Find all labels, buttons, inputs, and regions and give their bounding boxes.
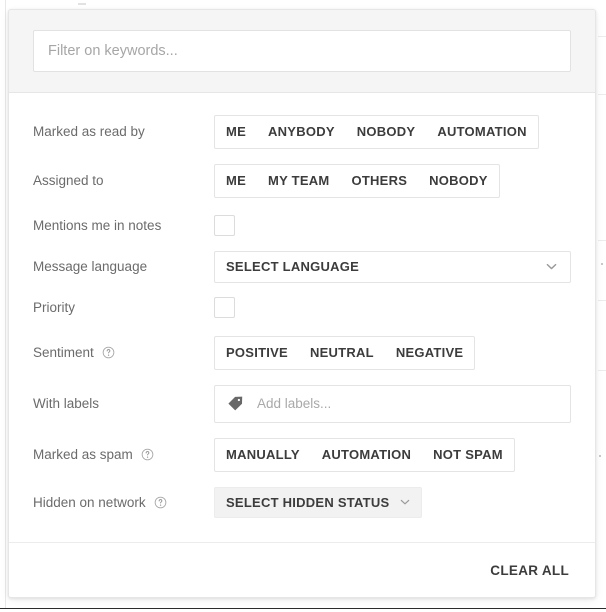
segment-option-positive[interactable]: POSITIVE bbox=[215, 337, 299, 369]
segment-option-not-spam[interactable]: NOT SPAM bbox=[422, 439, 514, 471]
labels-placeholder-text: Add labels... bbox=[257, 396, 332, 411]
background-rule bbox=[598, 94, 606, 95]
keyword-filter-input[interactable] bbox=[33, 30, 571, 72]
segment-option-my-team[interactable]: MY TEAM bbox=[257, 165, 340, 197]
filter-panel-header bbox=[9, 10, 595, 93]
filter-label: Hidden on network bbox=[33, 495, 214, 510]
filter-row-marked-as-read-by: Marked as read by ME ANYBODY NOBODY AUTO… bbox=[33, 107, 571, 156]
background-dot bbox=[601, 263, 603, 265]
filter-panel-body: Marked as read by ME ANYBODY NOBODY AUTO… bbox=[9, 93, 595, 542]
segment-option-nobody[interactable]: NOBODY bbox=[418, 165, 499, 197]
filter-label-text: Priority bbox=[33, 300, 76, 315]
filter-row-hidden-on-network: Hidden on network SELECT HIDDEN STATUS bbox=[33, 479, 571, 525]
segment-option-negative[interactable]: NEGATIVE bbox=[385, 337, 475, 369]
chevron-down-icon bbox=[544, 259, 559, 274]
filter-label: Marked as spam bbox=[33, 447, 214, 462]
segment-option-me[interactable]: ME bbox=[215, 116, 257, 148]
help-circle-icon[interactable] bbox=[154, 496, 167, 509]
select-value-text: SELECT HIDDEN STATUS bbox=[226, 494, 390, 510]
filter-row-priority: Priority bbox=[33, 287, 571, 328]
filter-label-text: Message language bbox=[33, 259, 148, 274]
segment-option-others[interactable]: OTHERS bbox=[340, 165, 418, 197]
filter-row-mentions-me-in-notes: Mentions me in notes bbox=[33, 205, 571, 246]
segment-option-manually[interactable]: MANUALLY bbox=[215, 439, 311, 471]
help-circle-icon[interactable] bbox=[141, 448, 154, 461]
select-hidden-on-network[interactable]: SELECT HIDDEN STATUS bbox=[214, 486, 423, 518]
help-circle-icon[interactable] bbox=[102, 346, 115, 359]
segmented-control-assigned-to: ME MY TEAM OTHERS NOBODY bbox=[214, 163, 500, 198]
segment-option-me[interactable]: ME bbox=[215, 165, 257, 197]
filter-label-text: Mentions me in notes bbox=[33, 218, 162, 233]
segmented-control-sentiment: POSITIVE NEUTRAL NEGATIVE bbox=[214, 335, 476, 370]
background-rule bbox=[598, 36, 606, 37]
filter-label: Assigned to bbox=[33, 173, 214, 188]
checkbox-priority[interactable] bbox=[214, 297, 235, 318]
clear-all-button[interactable]: CLEAR ALL bbox=[488, 557, 571, 584]
checkbox-mentions-me-in-notes[interactable] bbox=[214, 215, 235, 236]
filter-row-with-labels: With labels Add labels... bbox=[33, 377, 571, 430]
filter-label: Message language bbox=[33, 259, 214, 274]
filter-label-text: Sentiment bbox=[33, 345, 94, 360]
select-message-language[interactable]: SELECT LANGUAGE bbox=[214, 250, 571, 283]
segment-option-anybody[interactable]: ANYBODY bbox=[257, 116, 346, 148]
filter-panel: Marked as read by ME ANYBODY NOBODY AUTO… bbox=[8, 9, 596, 598]
filter-label: Marked as read by bbox=[33, 124, 214, 139]
filter-label-text: Marked as spam bbox=[33, 447, 133, 462]
segmented-control-marked-as-read-by: ME ANYBODY NOBODY AUTOMATION bbox=[214, 114, 539, 149]
background-vertical-rule bbox=[5, 0, 6, 612]
background-dot bbox=[599, 455, 601, 457]
background-rule bbox=[598, 240, 606, 241]
filter-label: Priority bbox=[33, 300, 214, 315]
labels-input-field[interactable]: Add labels... bbox=[214, 384, 571, 423]
background-rule bbox=[598, 370, 606, 371]
filter-label-text: Hidden on network bbox=[33, 494, 146, 510]
chevron-down-icon bbox=[398, 495, 412, 509]
screen: Marked as read by ME ANYBODY NOBODY AUTO… bbox=[0, 0, 606, 612]
background-bottom-edge bbox=[0, 608, 606, 612]
segment-option-neutral[interactable]: NEUTRAL bbox=[299, 337, 385, 369]
segment-option-nobody[interactable]: NOBODY bbox=[346, 116, 427, 148]
filter-row-marked-as-spam: Marked as spam MANUALLY AUTOMATION NOT S… bbox=[33, 430, 571, 479]
filter-label-text: Assigned to bbox=[33, 173, 104, 188]
filter-label-text: Marked as read by bbox=[33, 124, 145, 139]
filter-panel-footer: CLEAR ALL bbox=[9, 542, 595, 597]
background-rule bbox=[598, 300, 606, 301]
filter-label: Mentions me in notes bbox=[33, 218, 214, 233]
filter-label: Sentiment bbox=[33, 345, 214, 360]
filter-label-text: With labels bbox=[33, 396, 100, 411]
filter-row-message-language: Message language SELECT LANGUAGE bbox=[33, 246, 571, 287]
segment-option-automation[interactable]: AUTOMATION bbox=[426, 116, 537, 148]
background-top-tick bbox=[78, 3, 86, 5]
filter-label: With labels bbox=[33, 396, 214, 411]
segment-option-automation[interactable]: AUTOMATION bbox=[311, 439, 422, 471]
filter-row-assigned-to: Assigned to ME MY TEAM OTHERS NOBODY bbox=[33, 156, 571, 205]
filter-row-sentiment: Sentiment POSITIVE NEUTRAL NEGATIVE bbox=[33, 328, 571, 377]
tag-icon bbox=[227, 395, 244, 412]
select-value-text: SELECT LANGUAGE bbox=[226, 259, 360, 274]
segmented-control-marked-as-spam: MANUALLY AUTOMATION NOT SPAM bbox=[214, 437, 515, 472]
